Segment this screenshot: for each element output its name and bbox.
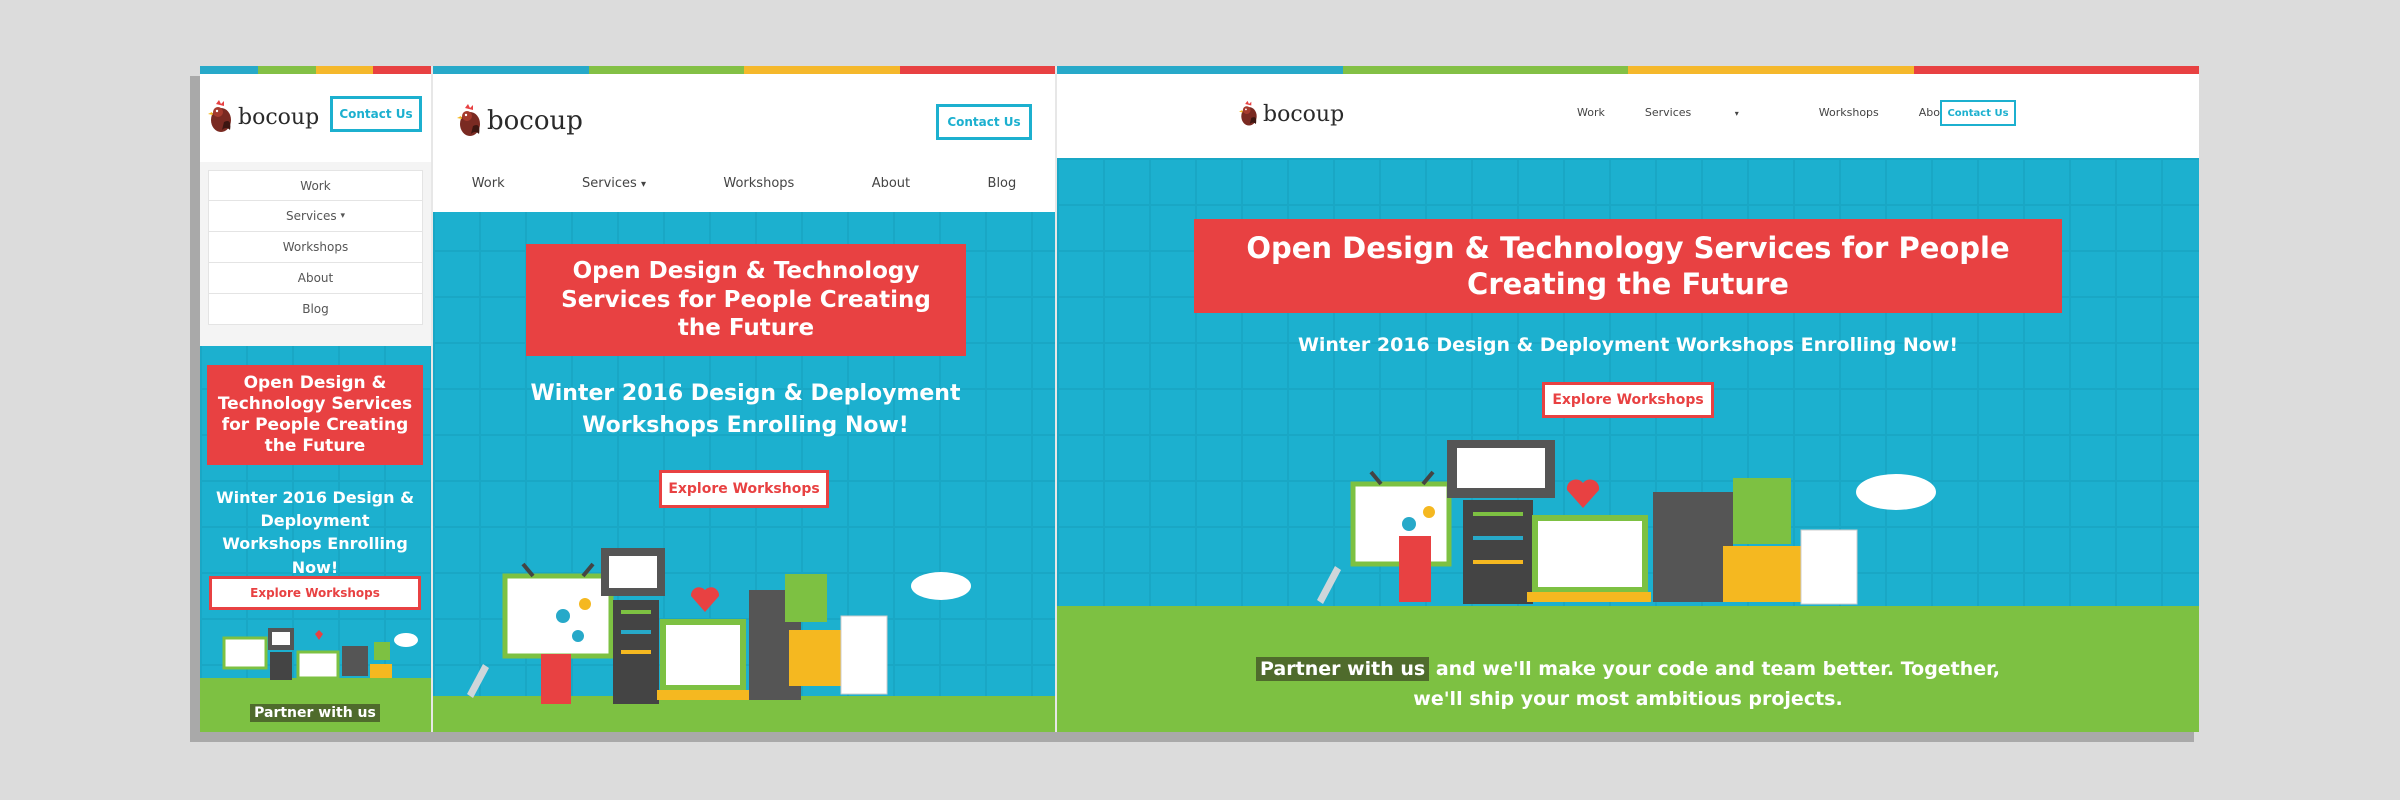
illustration: [467, 548, 971, 704]
partner-highlight: Partner with us: [250, 704, 380, 722]
calculator-icon: [789, 630, 841, 686]
document-icon: [1800, 529, 1858, 605]
cloud-icon: [1856, 474, 1936, 510]
wrench-icon: [467, 664, 489, 698]
nav-item-services[interactable]: Services ▾: [208, 201, 423, 232]
logo[interactable]: bocoup: [208, 100, 319, 134]
hero-headline: Open Design & Technology Services for Pe…: [207, 365, 423, 465]
explore-workshops-button[interactable]: Explore Workshops: [1542, 382, 1714, 418]
contact-us-button[interactable]: Contact Us: [330, 96, 422, 132]
logo-text: bocoup: [238, 104, 320, 130]
calculator-icon: [1723, 546, 1803, 602]
nav-item-work[interactable]: Work: [1577, 106, 1605, 119]
nav-item-about[interactable]: About: [872, 176, 910, 191]
cloud-icon: [911, 572, 971, 600]
wrench-icon: [1317, 566, 1341, 604]
tablet-nav: Work Services ▾ Workshops About Blog: [433, 176, 1055, 191]
mobile-viewport: bocoup Contact Us Work Services ▾ Worksh…: [200, 66, 431, 732]
hero-headline: Open Design & Technology Services for Pe…: [1194, 219, 2062, 313]
color-stripe: [433, 66, 1055, 74]
rooster-logo-icon: [457, 104, 480, 136]
explore-workshops-button[interactable]: Explore Workshops: [659, 470, 829, 508]
tablet-header: bocoup Contact Us Work Services ▾ Worksh…: [433, 74, 1055, 212]
illustration: [1317, 440, 1936, 605]
partner-text: Partner with us and we'll make your code…: [1247, 654, 2009, 715]
nav-item-work[interactable]: Work: [208, 170, 423, 201]
partner-rest: and we'll make your code and team better…: [1413, 658, 2000, 711]
hero-headline: Open Design & Technology Services for Pe…: [526, 244, 966, 356]
tablet-viewport: bocoup Contact Us Work Services ▾ Worksh…: [433, 66, 1055, 732]
hero-subline: Winter 2016 Design & Deployment Workshop…: [1297, 334, 1959, 356]
nav-item-workshops[interactable]: Workshops: [1819, 106, 1879, 119]
illustration: [222, 628, 418, 680]
contact-us-button[interactable]: Contact Us: [1940, 100, 2016, 126]
nav-item-workshops[interactable]: Workshops: [208, 232, 423, 263]
heart-icon: [690, 587, 720, 612]
nav-item-about[interactable]: About: [208, 263, 423, 294]
nav-item-blog[interactable]: Blog: [208, 294, 423, 325]
nav-item-work[interactable]: Work: [472, 176, 505, 191]
logo[interactable]: bocoup: [1239, 100, 1344, 128]
mobile-nav: Work Services ▾ Workshops About Blog: [208, 170, 423, 325]
color-stripe: [1057, 66, 2199, 74]
logo-text: bocoup: [487, 106, 583, 136]
explore-workshops-button[interactable]: Explore Workshops: [209, 576, 421, 610]
responsive-preview: bocoup Contact Us Work Services ▾ Worksh…: [200, 66, 2199, 732]
nav-item-workshops[interactable]: Workshops: [723, 176, 794, 191]
desktop-viewport: bocoup Work Services ▾ Workshops About B…: [1057, 66, 2199, 732]
document-icon: [840, 615, 888, 695]
heart-icon: [1566, 479, 1600, 508]
logo[interactable]: bocoup: [457, 104, 583, 138]
logo-text: bocoup: [1263, 101, 1345, 127]
contact-us-button[interactable]: Contact Us: [936, 104, 1032, 140]
hero-subline: Winter 2016 Design & Deployment Workshop…: [215, 488, 415, 577]
partner-text: Partner with us: [210, 702, 420, 724]
brackets-icon: [785, 574, 827, 622]
rooster-logo-icon: [1239, 100, 1257, 126]
brackets-icon: [1733, 478, 1791, 544]
hero-subline: Winter 2016 Design & Deployment Workshop…: [530, 381, 961, 438]
nav-item-services[interactable]: Services ▾: [1645, 106, 1779, 119]
desktop-header: bocoup Work Services ▾ Workshops About B…: [1057, 74, 2199, 158]
rooster-logo-icon: [208, 100, 231, 132]
nav-item-services[interactable]: Services ▾: [582, 176, 646, 191]
partner-highlight: Partner with us: [1256, 657, 1430, 681]
nav-item-blog[interactable]: Blog: [988, 176, 1017, 191]
color-stripe: [200, 66, 431, 74]
